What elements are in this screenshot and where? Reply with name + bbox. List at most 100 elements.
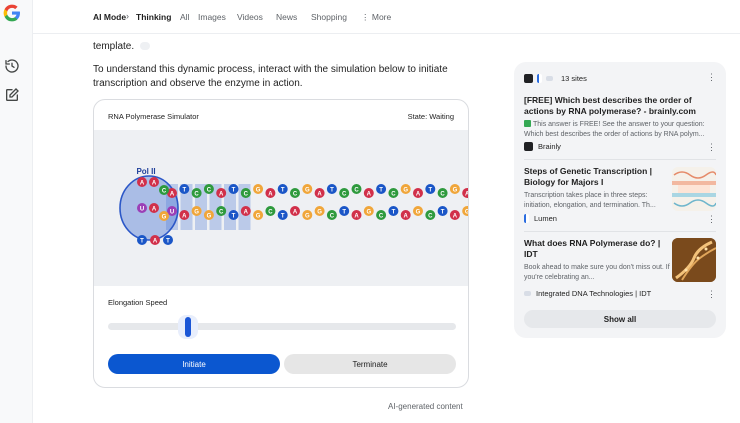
bottom-strand-base-label: A bbox=[453, 213, 458, 219]
top-strand-base-label: G bbox=[453, 187, 458, 193]
top-strand-base-label: C bbox=[440, 191, 445, 197]
bottom-strand-base-label: A bbox=[244, 209, 249, 215]
bottom-strand-base-label: C bbox=[379, 213, 384, 219]
tab-ai-mode[interactable]: AI Mode bbox=[93, 12, 126, 22]
tab-all[interactable]: All bbox=[180, 12, 189, 22]
top-strand-base-label: A bbox=[317, 191, 322, 197]
bottom-strand-base-label: C bbox=[330, 213, 335, 219]
transcription-diagram-image bbox=[672, 171, 716, 207]
source-site-name: Lumen bbox=[534, 214, 557, 223]
top-strand-base-label: C bbox=[207, 187, 212, 193]
polymerase-base-label: A bbox=[140, 180, 145, 186]
sources-menu-icon[interactable]: ⋮ bbox=[707, 72, 716, 83]
tab-videos[interactable]: Videos bbox=[237, 12, 263, 22]
bottom-strand-base-label: T bbox=[281, 213, 285, 219]
sources-count: 13 sites bbox=[561, 73, 587, 83]
tab-thinking[interactable]: Thinking bbox=[136, 12, 171, 22]
bottom-strand-base-label: G bbox=[256, 213, 261, 219]
brainly-logo-icon bbox=[524, 142, 533, 151]
lumen-logo-icon bbox=[524, 214, 529, 223]
top-strand-base-label: A bbox=[219, 191, 224, 197]
bottom-strand-base-label: G bbox=[194, 209, 199, 215]
history-icon[interactable] bbox=[4, 58, 20, 74]
idt-logo-icon bbox=[524, 291, 531, 296]
source-title: Steps of Genetic Transcription | Biology… bbox=[524, 166, 653, 187]
polymerase-base-label: C bbox=[162, 188, 167, 194]
speed-slider-track[interactable] bbox=[108, 323, 456, 330]
bottom-strand-base-label: A bbox=[354, 213, 359, 219]
bottom-strand-base-label: T bbox=[441, 209, 445, 215]
top-strand-base-label: A bbox=[367, 191, 372, 197]
bottom-strand-base-label: T bbox=[342, 209, 346, 215]
top-strand-base-label: T bbox=[281, 187, 285, 193]
answer-text-fragment-label: template. bbox=[93, 41, 135, 52]
bottom-strand-base-label: T bbox=[232, 213, 236, 219]
tab-more[interactable]: ⋮ More bbox=[361, 12, 391, 23]
lumen-favicon-icon bbox=[537, 73, 542, 83]
source-card-brainly[interactable]: [FREE] Which best describes the order of… bbox=[524, 95, 716, 139]
polymerase-label: Pol II bbox=[136, 167, 155, 176]
link-icon[interactable] bbox=[139, 42, 150, 51]
bottom-strand-base-label: G bbox=[305, 213, 310, 219]
dna-helix-image bbox=[672, 238, 716, 282]
source-menu-icon[interactable]: ⋮ bbox=[707, 289, 716, 300]
brainly-favicon-icon bbox=[524, 73, 533, 83]
template-fragment-base-label: T bbox=[166, 238, 170, 244]
source-card-idt[interactable]: What does RNA Polymerase do? | IDT Book … bbox=[524, 238, 670, 282]
bottom-strand-base-label: G bbox=[465, 209, 469, 215]
divider bbox=[524, 231, 716, 232]
top-strand-base-label: C bbox=[194, 191, 199, 197]
source-site-lumen: Lumen bbox=[524, 214, 557, 223]
top-strand-base-label: C bbox=[391, 191, 396, 197]
bottom-strand-base-label: A bbox=[404, 213, 409, 219]
new-chat-icon[interactable] bbox=[4, 87, 20, 103]
source-card-lumen[interactable]: Steps of Genetic Transcription | Biology… bbox=[524, 166, 670, 210]
initiate-button[interactable]: Initiate bbox=[108, 354, 280, 374]
simulator-state: State: Waiting bbox=[407, 112, 454, 121]
dna-diagram: Pol II ATCCATCGATCGATCCATCGATCGATCCUAGGC… bbox=[119, 167, 469, 245]
check-icon bbox=[524, 120, 531, 127]
top-strand-base-label: T bbox=[232, 187, 236, 193]
tab-images[interactable]: Images bbox=[198, 12, 226, 22]
simulation-stage[interactable]: Pol II ATCCATCGATCGATCCATCGATCGATCCUAGGC… bbox=[94, 130, 469, 286]
top-tab-bar: AI Mode › Thinking All Images Videos New… bbox=[33, 0, 740, 34]
top-strand-base-label: T bbox=[428, 187, 432, 193]
top-strand-base-label: G bbox=[305, 187, 310, 193]
ai-generated-note: AI-generated content bbox=[388, 402, 463, 411]
answer-paragraph: To understand this dynamic process, inte… bbox=[93, 64, 448, 89]
polymerase-base-label: U bbox=[140, 206, 144, 212]
speed-slider-thumb[interactable] bbox=[178, 315, 199, 339]
top-strand-base-label: T bbox=[379, 187, 383, 193]
google-logo-icon[interactable] bbox=[2, 3, 22, 23]
terminate-button[interactable]: Terminate bbox=[284, 354, 456, 374]
top-strand-base-label: C bbox=[293, 191, 298, 197]
source-menu-icon[interactable]: ⋮ bbox=[707, 142, 716, 153]
source-snippet-text: This answer is FREE! See the answer to y… bbox=[524, 121, 705, 138]
polymerase-base-label: A bbox=[152, 180, 157, 186]
bottom-strand-base-label: U bbox=[170, 209, 174, 215]
source-title: What does RNA Polymerase do? | IDT bbox=[524, 238, 661, 259]
bottom-strand-base-label: G bbox=[317, 209, 322, 215]
breadcrumb-separator: › bbox=[126, 11, 129, 21]
source-menu-icon[interactable]: ⋮ bbox=[707, 214, 716, 225]
tab-news[interactable]: News bbox=[276, 12, 297, 22]
tab-shopping[interactable]: Shopping bbox=[311, 12, 347, 22]
bottom-strand-base-label: C bbox=[268, 209, 273, 215]
source-site-name: Brainly bbox=[538, 142, 561, 151]
source-site-idt: Integrated DNA Technologies | IDT bbox=[524, 289, 651, 298]
speed-label: Elongation Speed bbox=[108, 298, 168, 307]
top-strand-base-label: G bbox=[403, 187, 408, 193]
sources-header[interactable]: 13 sites bbox=[524, 72, 587, 84]
simulator-title: RNA Polymerase Simulator bbox=[108, 112, 199, 121]
source-title: [FREE] Which best describes the order of… bbox=[524, 95, 696, 116]
source-snippet: This answer is FREE! See the answer to y… bbox=[524, 120, 716, 139]
top-strand-base-label: A bbox=[416, 191, 421, 197]
source-snippet: Transcription takes place in three steps… bbox=[524, 192, 656, 209]
source-thumbnail-lumen[interactable] bbox=[672, 167, 716, 211]
bottom-strand-base-label: A bbox=[182, 213, 187, 219]
bottom-strand-base-label: A bbox=[293, 209, 298, 215]
app-window: AI Mode › Thinking All Images Videos New… bbox=[0, 0, 740, 423]
show-all-button[interactable]: Show all bbox=[524, 310, 716, 328]
source-site-brainly: Brainly bbox=[524, 142, 561, 151]
source-thumbnail-idt[interactable] bbox=[672, 238, 716, 282]
